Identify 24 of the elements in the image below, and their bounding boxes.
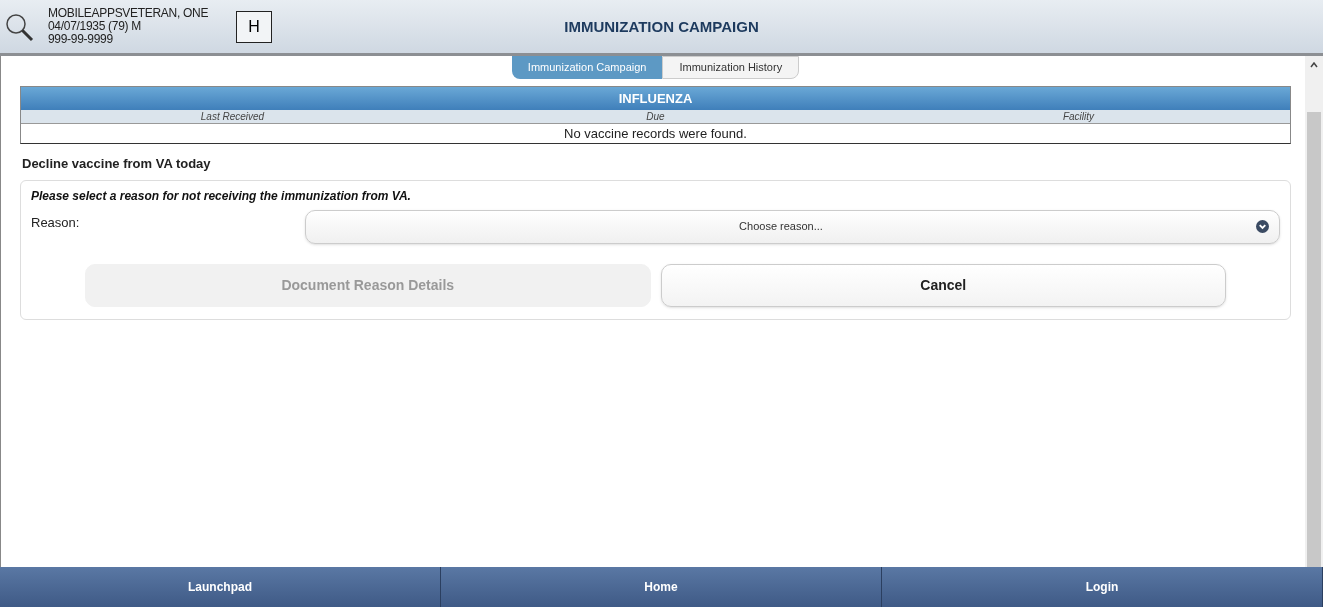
page-title: IMMUNIZATION CAMPAIGN xyxy=(564,17,759,37)
chevron-down-icon xyxy=(1256,220,1269,233)
empty-message: No vaccine records were found. xyxy=(564,124,747,143)
column-header: Due xyxy=(645,110,666,124)
instruction-text: Please select a reason for not receiving the immunization from VA. xyxy=(31,187,412,205)
cancel-button[interactable]: Cancel xyxy=(660,263,1226,307)
footer-nav-button[interactable]: Login xyxy=(882,567,1323,607)
patient-dob: 04/07/1935 (79) M xyxy=(48,20,142,33)
footer-nav-button[interactable]: Launchpad xyxy=(0,567,441,607)
reason-dropdown[interactable]: Choose reason... xyxy=(305,209,1280,244)
scroll-up-icon[interactable] xyxy=(1310,62,1318,68)
tab[interactable]: Immunization Campaign xyxy=(511,56,663,79)
search-icon[interactable] xyxy=(4,11,34,42)
patient-folder-button[interactable]: H xyxy=(236,10,273,43)
section-heading: Decline vaccine from VA today xyxy=(21,155,212,173)
patient-ssn: 999-99-9999 xyxy=(48,33,113,46)
table-title: INFLUENZA xyxy=(618,89,693,108)
column-header: Facility xyxy=(1061,110,1096,124)
reason-label: Reason: xyxy=(31,213,81,232)
patient-name: MOBILEAPPSVETERAN, ONE xyxy=(48,7,209,20)
scrollbar[interactable] xyxy=(1305,56,1323,567)
column-header: Last Received xyxy=(199,110,266,124)
footer-nav-button[interactable]: Home xyxy=(441,567,882,607)
tab[interactable]: Immunization History xyxy=(662,56,800,79)
